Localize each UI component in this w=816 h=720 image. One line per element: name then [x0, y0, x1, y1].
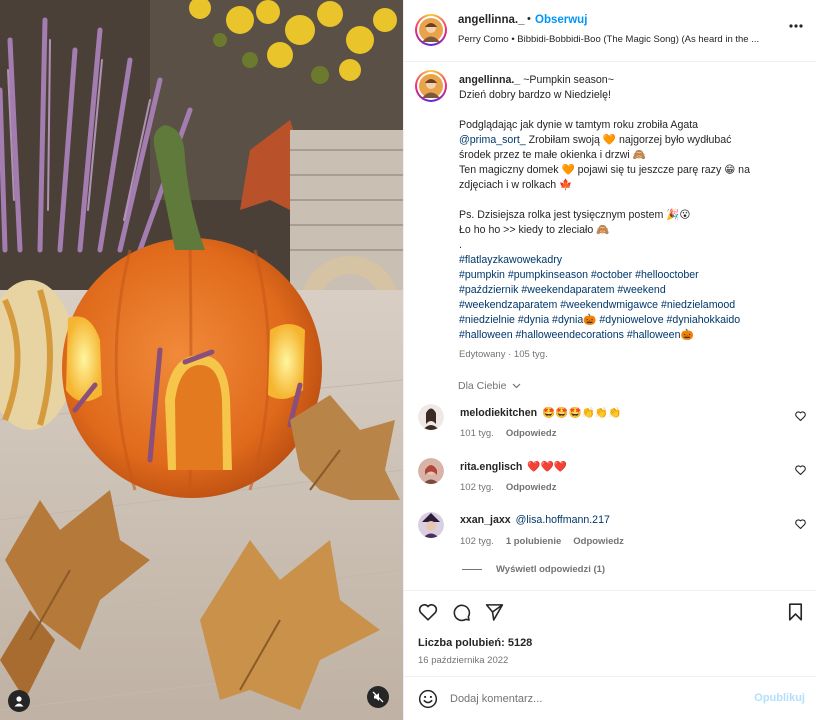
caption-line: Dzień dobry bardzo w Niedzielę! [459, 89, 611, 101]
commenter-avatar[interactable] [418, 404, 444, 430]
chevron-down-icon [512, 383, 521, 389]
filter-label: Dla Ciebie [458, 380, 507, 392]
caption-line: środek przez te małe okienka i drzwi 🙈 [459, 149, 646, 161]
comment-icon[interactable] [452, 603, 471, 622]
commenter-username[interactable]: rita.englisch [460, 461, 522, 473]
comment-mention[interactable]: @lisa.hoffmann.217 [516, 514, 610, 526]
caption-title: ~Pumpkin season~ [523, 74, 614, 86]
post-actions: Liczba polubień: 5128 16 października 20… [404, 590, 816, 674]
caption-avatar[interactable] [415, 70, 447, 102]
comment-bar: Opublikuj [404, 676, 816, 720]
comment-item: melodiekitchen 🤩🤩🤩👏👏👏 101 tyg. Odpowiedz [404, 404, 816, 458]
post-caption: angellinna._ ~Pumpkin season~ Dzień dobr… [459, 73, 804, 362]
speaker-muted-icon [372, 691, 384, 703]
separator-dot: • [527, 13, 531, 25]
author-avatar[interactable] [415, 14, 447, 46]
avatar-image [418, 512, 444, 538]
comment-input[interactable] [450, 687, 740, 711]
comment-text: ❤️❤️❤️ [527, 461, 567, 473]
avatar-image [418, 404, 444, 430]
hashtag-line[interactable]: #październik #weekendaparatem #weekend [459, 283, 804, 298]
emoji-icon[interactable] [418, 689, 438, 709]
heart-icon[interactable] [795, 411, 806, 421]
comment-text: 🤩🤩🤩👏👏👏 [542, 407, 622, 419]
caption-username[interactable]: angellinna._ [459, 74, 520, 86]
caption-line-mention: @prima_sort_ Zrobiłam swoją 🧡 najgorzej … [459, 133, 804, 148]
hashtag-line[interactable]: #pumpkin #pumpkinseason #october #helloo… [459, 268, 804, 283]
post-comment-button[interactable]: Opublikuj [754, 692, 805, 704]
avatar-image [418, 458, 444, 484]
user-tag-button[interactable] [8, 690, 30, 712]
view-replies-button[interactable]: Wyświetl odpowiedzi (1) [462, 564, 605, 575]
comment-likes-count[interactable]: 1 polubienie [506, 536, 561, 547]
heart-icon[interactable] [795, 519, 806, 529]
caption-line: . [459, 239, 462, 251]
reply-button[interactable]: Odpowiedz [506, 428, 557, 439]
comment-time: 101 tyg. [460, 428, 494, 439]
likes-count[interactable]: Liczba polubień: 5128 [418, 637, 532, 649]
comment-item: xxan_jaxx @lisa.hoffmann.217 102 tyg. 1 po… [404, 512, 816, 566]
audio-track[interactable]: Perry Como • Bibbidi-Bobbidi-Boo (The Ma… [458, 34, 788, 45]
caption-line: zdjęciach i w rolkach 🍁 [459, 179, 573, 191]
heart-icon[interactable] [795, 465, 806, 475]
post-media[interactable] [0, 0, 403, 720]
commenter-username[interactable]: melodiekitchen [460, 407, 537, 419]
follow-button[interactable]: Obserwuj [535, 14, 587, 26]
mute-button[interactable] [367, 686, 389, 708]
comment-time: 102 tyg. [460, 482, 494, 493]
mention-link[interactable]: @prima_sort_ [459, 134, 526, 146]
post-content[interactable]: angellinna._ ~Pumpkin season~ Dzień dobr… [404, 62, 816, 590]
caption-line: Ps. Dzisiejsza rolka jest tysięcznym pos… [459, 209, 691, 221]
comment-time: 102 tyg. [460, 536, 494, 547]
caption-line: Ten magiczny domek 🧡 pojawi się tu jeszc… [459, 164, 750, 176]
commenter-avatar[interactable] [418, 458, 444, 484]
person-icon [14, 696, 24, 707]
avatar-image [419, 74, 443, 98]
author-username[interactable]: angellinna._ [458, 14, 524, 26]
comment-item: rita.englisch ❤️❤️❤️ 102 tyg. Odpowiedz [404, 458, 816, 512]
post-details-panel: angellinna._ • Obserwuj Perry Como • Bib… [403, 0, 816, 720]
hashtag-line[interactable]: #niedzielnie #dynia #dynia🎃 #dyniowelove… [459, 313, 804, 328]
post-date: 16 października 2022 [418, 655, 509, 666]
caption-meta: Edytowany · 105 tyg. [459, 349, 548, 360]
hashtag-line[interactable]: #halloween #halloweendecorations #hallow… [459, 328, 804, 343]
more-options-icon[interactable] [789, 24, 803, 28]
pumpkin-house-photo [0, 0, 403, 720]
avatar-image [419, 18, 443, 42]
reply-button[interactable]: Odpowiedz [573, 536, 624, 547]
bookmark-icon[interactable] [788, 603, 803, 621]
view-replies-label: Wyświetl odpowiedzi (1) [496, 564, 606, 575]
post-header: angellinna._ • Obserwuj Perry Como • Bib… [404, 0, 816, 62]
commenter-avatar[interactable] [418, 512, 444, 538]
hashtag-line[interactable]: #flatlayzkawowekadry [459, 253, 804, 268]
replies-divider [462, 568, 482, 570]
heart-icon[interactable] [418, 603, 438, 621]
caption-line: Ło ho ho >> kiedy to zleciało 🙈 [459, 224, 610, 236]
commenter-username[interactable]: xxan_jaxx [460, 514, 511, 526]
send-icon[interactable] [485, 603, 504, 621]
reply-button[interactable]: Odpowiedz [506, 482, 557, 493]
caption-line: Podglądając jak dynie w tamtym roku zrob… [459, 119, 699, 131]
caption-line-rest: Zrobiłam swoją 🧡 najgorzej było wydłubać [525, 134, 732, 146]
dla-ciebie-filter[interactable]: Dla Ciebie [458, 380, 521, 392]
hashtag-line[interactable]: #weekendzaparatem #weekendwmigawce #nied… [459, 298, 804, 313]
